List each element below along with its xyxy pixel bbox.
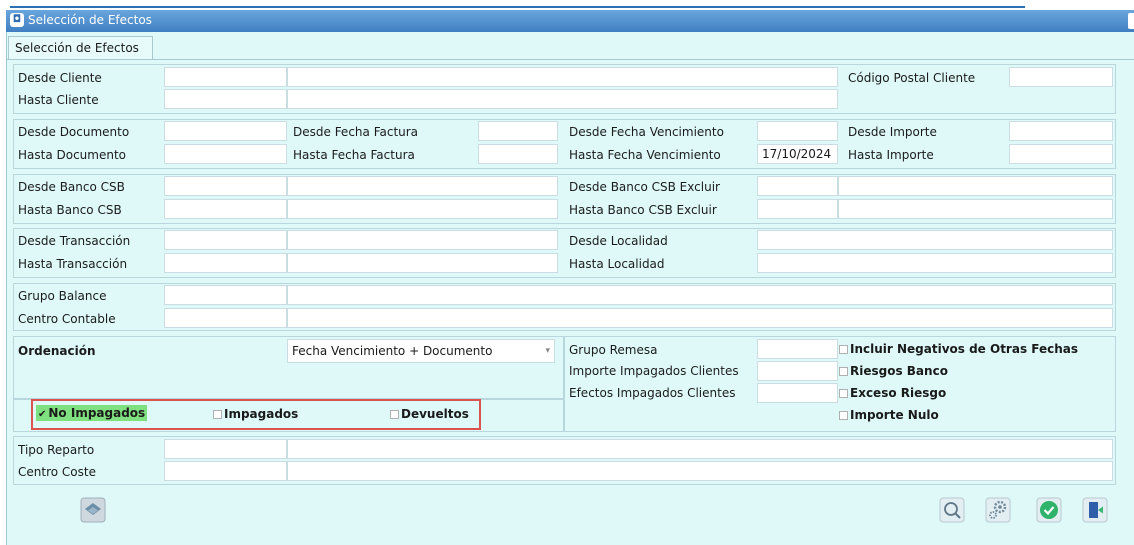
exceso-riesgo-checkbox[interactable]: Exceso Riesgo (839, 386, 946, 400)
desde-documento-label: Desde Documento (18, 125, 130, 139)
desde-banco-label: Desde Banco CSB (18, 180, 125, 194)
desde-documento-input[interactable] (164, 121, 287, 141)
checkmark-icon[interactable]: ✔ (38, 409, 46, 420)
hasta-fecha-vencimiento-input[interactable]: 17/10/2024 (757, 144, 838, 164)
centro-contable-label: Centro Contable (18, 312, 116, 326)
hasta-transaccion-name[interactable] (287, 253, 558, 273)
hasta-importe-label: Hasta Importe (848, 148, 934, 162)
desde-localidad-input[interactable] (757, 230, 1113, 250)
tab-seleccion-efectos[interactable]: Selección de Efectos (8, 36, 153, 60)
search-icon (939, 497, 965, 523)
desde-importe-label: Desde Importe (848, 125, 937, 139)
importe-nulo-checkbox[interactable]: Importe Nulo (839, 408, 939, 422)
devueltos-checkbox[interactable]: Devueltos (390, 407, 469, 421)
checkbox-box[interactable] (839, 411, 848, 420)
layers-button[interactable] (80, 497, 106, 523)
desde-transaccion-code[interactable] (164, 230, 287, 250)
window-control[interactable] (1128, 13, 1134, 29)
desde-fecha-factura-input[interactable] (478, 121, 558, 141)
hasta-importe-input[interactable] (1009, 144, 1113, 164)
hasta-cliente-code[interactable] (164, 89, 287, 109)
desde-banco-code[interactable] (164, 176, 287, 196)
exit-door-icon (1082, 497, 1108, 523)
desde-banco-name[interactable] (287, 176, 558, 196)
search-button[interactable] (939, 497, 965, 523)
hasta-banco-excluir-code[interactable] (757, 199, 838, 219)
gears-icon (985, 497, 1011, 523)
check-circle-icon (1036, 497, 1062, 523)
ordenacion-select[interactable]: Fecha Vencimiento + Documento ▾ (287, 339, 555, 363)
desde-transaccion-label: Desde Transacción (18, 234, 131, 248)
desde-banco-excluir-name[interactable] (838, 176, 1113, 196)
centro-coste-label: Centro Coste (18, 465, 96, 479)
hasta-banco-label: Hasta Banco CSB (18, 203, 122, 217)
hasta-banco-excluir-name[interactable] (838, 199, 1113, 219)
tipo-reparto-label: Tipo Reparto (18, 443, 95, 457)
ordenacion-selected-value: Fecha Vencimiento + Documento (292, 344, 493, 358)
desde-cliente-code[interactable] (164, 67, 287, 87)
hasta-localidad-label: Hasta Localidad (569, 257, 665, 271)
hasta-fecha-vencimiento-label: Hasta Fecha Vencimiento (569, 148, 721, 162)
top-strip (0, 0, 1134, 10)
efectos-impagados-label: Efectos Impagados Clientes (569, 386, 736, 400)
grupo-balance-label: Grupo Balance (18, 289, 107, 303)
window-title: Selección de Efectos (28, 13, 152, 27)
hasta-cliente-name[interactable] (287, 89, 838, 109)
hasta-banco-name[interactable] (287, 199, 558, 219)
accept-button[interactable] (1036, 497, 1062, 523)
hasta-banco-excluir-label: Hasta Banco CSB Excluir (569, 203, 717, 217)
incluir-negativos-checkbox[interactable]: Incluir Negativos de Otras Fechas (839, 342, 1078, 356)
riesgos-banco-checkbox[interactable]: Riesgos Banco (839, 364, 948, 378)
hasta-fecha-factura-input[interactable] (478, 144, 558, 164)
grupo-remesa-label: Grupo Remesa (569, 343, 658, 357)
desde-banco-excluir-code[interactable] (757, 176, 838, 196)
chevron-down-icon[interactable]: ▾ (545, 340, 550, 362)
hasta-documento-input[interactable] (164, 144, 287, 164)
desde-localidad-label: Desde Localidad (569, 234, 668, 248)
title-bar: ◘ Selección de Efectos (6, 10, 1134, 32)
desde-cliente-name[interactable] (287, 67, 838, 87)
centro-coste-name[interactable] (287, 461, 1113, 481)
desde-fecha-vencimiento-input[interactable] (757, 121, 838, 141)
app-icon: ◘ (10, 13, 24, 27)
checkbox-box[interactable] (839, 367, 848, 376)
desde-fecha-factura-label: Desde Fecha Factura (293, 125, 419, 139)
exit-button[interactable] (1082, 497, 1108, 523)
desde-fecha-vencimiento-label: Desde Fecha Vencimiento (569, 125, 724, 139)
grupo-balance-code[interactable] (164, 285, 287, 305)
checkbox-box[interactable] (839, 389, 848, 398)
hasta-banco-code[interactable] (164, 199, 287, 219)
ordenacion-label: Ordenación (18, 344, 96, 358)
desde-importe-input[interactable] (1009, 121, 1113, 141)
grupo-balance-name[interactable] (287, 285, 1113, 305)
hasta-fecha-factura-label: Hasta Fecha Factura (293, 148, 415, 162)
no-impagados-checkbox[interactable]: ✔ No Impagados (36, 405, 148, 421)
desde-cliente-label: Desde Cliente (18, 71, 102, 85)
codigo-postal-input[interactable] (1009, 67, 1113, 87)
codigo-postal-label: Código Postal Cliente (848, 71, 976, 85)
desde-banco-excluir-label: Desde Banco CSB Excluir (569, 180, 720, 194)
grupo-remesa-input[interactable] (757, 339, 838, 359)
tab-divider (6, 59, 1134, 60)
hasta-transaccion-label: Hasta Transacción (18, 257, 128, 271)
checkbox-box[interactable] (839, 345, 848, 354)
hasta-localidad-input[interactable] (757, 253, 1113, 273)
centro-contable-name[interactable] (287, 308, 1113, 328)
hasta-transaccion-code[interactable] (164, 253, 287, 273)
checkbox-box[interactable] (213, 410, 222, 419)
layers-icon (80, 497, 106, 523)
importe-impagados-input[interactable] (757, 361, 838, 381)
desde-transaccion-name[interactable] (287, 230, 558, 250)
checkbox-box[interactable] (390, 410, 399, 419)
tipo-reparto-name[interactable] (287, 439, 1113, 459)
efectos-impagados-input[interactable] (757, 383, 838, 403)
centro-contable-code[interactable] (164, 308, 287, 328)
hasta-cliente-label: Hasta Cliente (18, 93, 99, 107)
impagados-checkbox[interactable]: Impagados (213, 407, 298, 421)
importe-impagados-label: Importe Impagados Clientes (569, 364, 739, 378)
tipo-reparto-code[interactable] (164, 439, 287, 459)
centro-coste-code[interactable] (164, 461, 287, 481)
hasta-documento-label: Hasta Documento (18, 148, 127, 162)
settings-button[interactable] (985, 497, 1011, 523)
